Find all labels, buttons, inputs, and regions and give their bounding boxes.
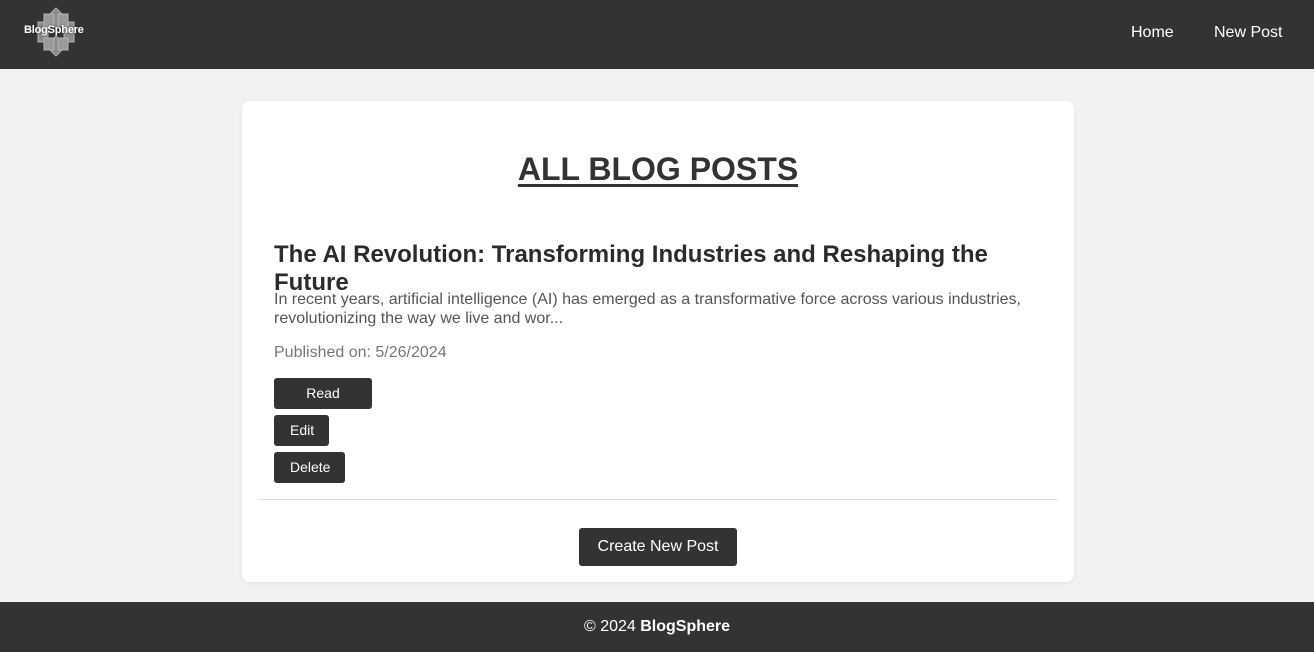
nav-new-post-link[interactable]: New Post [1214, 24, 1282, 42]
logo-text: BlogSphere [24, 24, 84, 36]
footer: © 2024 BlogSphere [0, 602, 1314, 652]
top-navbar: BlogSphere Home New Post [0, 0, 1314, 69]
nav-home-link[interactable]: Home [1131, 24, 1174, 42]
posts-card: ALL BLOG POSTS The AI Revolution: Transf… [242, 101, 1074, 582]
create-new-post-button[interactable]: Create New Post [579, 528, 737, 566]
read-more-button[interactable]: Read more [274, 378, 372, 432]
post-divider [258, 499, 1058, 500]
delete-button[interactable]: Delete [274, 452, 345, 483]
footer-brand: BlogSphere [640, 618, 731, 635]
page-title: ALL BLOG POSTS [517, 151, 799, 187]
footer-copyright: © 2024 [583, 618, 641, 635]
blogsphere-logo[interactable]: BlogSphere [22, 6, 88, 58]
post-excerpt: In recent years, artificial intelligence… [274, 291, 1021, 327]
edit-button[interactable]: Edit [274, 415, 329, 446]
post-date: Published on: 5/26/2024 [274, 344, 447, 361]
post-title: The AI Revolution: Transforming Industri… [274, 241, 988, 296]
